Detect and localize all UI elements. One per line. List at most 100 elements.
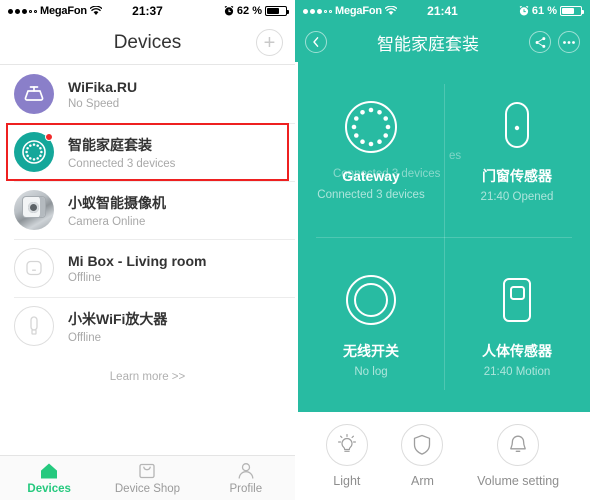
motion-sensor-icon (489, 272, 545, 328)
tab-profile[interactable]: Profile (197, 456, 295, 500)
clock-label: 21:37 (132, 4, 163, 18)
notification-badge-dot (45, 133, 53, 141)
devices-list-screen: MegaFon 21:37 62 % Devices + WiFika.RU N… (0, 0, 295, 500)
wifi-icon (89, 6, 102, 16)
carrier-label: MegaFon (335, 5, 382, 17)
device-name: 小米WiFi放大器 (68, 310, 168, 327)
action-arm[interactable]: Arm (401, 424, 444, 488)
quick-actions-bar: Light Arm Volume setting (295, 412, 590, 500)
tab-device-shop[interactable]: Device Shop (98, 456, 196, 500)
battery-icon (265, 6, 289, 16)
action-label: Volume setting (477, 474, 560, 488)
tile-gateway[interactable]: Gateway Connected 3 devices (298, 62, 444, 237)
more-ellipsis-icon (562, 40, 576, 45)
tile-name: 无线开关 (343, 342, 399, 359)
bell-icon (497, 424, 540, 466)
share-button[interactable] (529, 31, 551, 53)
list-item-text: WiFika.RU No Speed (68, 79, 137, 110)
list-item-mi-box[interactable]: Mi Box - Living room Offline (0, 239, 295, 297)
sub-device-grid-wrapper: Gateway Connected 3 devices 门窗传感器 21:40 … (295, 62, 590, 412)
home-icon (38, 462, 60, 480)
device-status: Connected 3 devices (68, 157, 176, 170)
battery-icon (560, 6, 584, 16)
status-bar-right-group: 62 % (182, 5, 289, 17)
tile-name: 人体传感器 (482, 342, 552, 359)
list-item-text: 小蚁智能摄像机 Camera Online (68, 193, 166, 228)
detail-actions (529, 31, 580, 53)
battery-percent-label: 61 % (531, 5, 557, 17)
share-icon (534, 36, 547, 49)
tile-name: Gateway (342, 167, 400, 184)
tile-motion-sensor[interactable]: 人体传感器 21:40 Motion (444, 237, 590, 412)
bottom-tab-bar: Devices Device Shop Profile (0, 455, 295, 500)
list-item-text: 小米WiFi放大器 Offline (68, 309, 167, 344)
device-status: No Speed (68, 97, 120, 110)
tile-status: 21:40 Motion (483, 365, 551, 378)
wifi-extender-icon (14, 306, 54, 346)
status-bar-left-group: MegaFon (8, 5, 113, 17)
ip-camera-icon (14, 190, 54, 230)
set-top-box-icon (14, 248, 54, 288)
wifi-icon (384, 6, 397, 16)
wireless-switch-icon (343, 272, 399, 328)
device-list: WiFika.RU No Speed 智能家庭套装 Connected 3 de… (0, 65, 295, 455)
tab-devices[interactable]: Devices (0, 456, 98, 500)
alarm-clock-icon (519, 6, 529, 16)
status-bar-left-group: MegaFon (303, 5, 408, 17)
device-name: Mi Box - Living room (68, 252, 207, 269)
device-name: 小蚁智能摄像机 (68, 194, 166, 211)
tile-status: No log (354, 365, 388, 378)
back-button[interactable] (305, 31, 327, 53)
action-label: Arm (411, 474, 434, 488)
tile-status: Connected 3 devices (317, 188, 425, 201)
tile-wireless-switch[interactable]: 无线开关 No log (298, 237, 444, 412)
list-item-wifi-extender[interactable]: 小米WiFi放大器 Offline (0, 297, 295, 355)
learn-more-link[interactable]: Learn more >> (0, 355, 295, 383)
carrier-label: MegaFon (40, 5, 87, 17)
clock-label: 21:41 (427, 4, 458, 18)
status-bar-right: MegaFon 21:41 61 % (295, 0, 590, 22)
status-bar-left: MegaFon 21:37 62 % (0, 0, 295, 22)
alarm-clock-icon (224, 6, 234, 16)
detail-page-title: 智能家庭套装 (377, 34, 479, 54)
page-title: Devices (113, 32, 182, 53)
tab-label: Device Shop (114, 482, 181, 495)
gateway-ring-icon (343, 99, 399, 155)
shopping-bag-icon (136, 462, 158, 480)
tile-name: 门窗传感器 (482, 167, 552, 184)
dual-screenshot: MegaFon 21:37 62 % Devices + WiFika.RU N… (0, 0, 590, 500)
lightbulb-icon (325, 424, 368, 466)
wifi-router-icon (14, 74, 54, 114)
signal-strength-icon (303, 8, 332, 14)
list-item-gateway[interactable]: 智能家庭套装 Connected 3 devices (0, 123, 295, 181)
gateway-detail-screen: MegaFon 21:41 61 % 智能家庭套装 Gateway Connec… (295, 0, 590, 500)
person-icon (235, 462, 257, 480)
list-item-wifika[interactable]: WiFika.RU No Speed (0, 65, 295, 123)
status-bar-right-group: 61 % (477, 5, 584, 17)
action-volume-setting[interactable]: Volume setting (477, 424, 559, 488)
device-name: WiFika.RU (68, 78, 138, 95)
navigation-bar: Devices + (0, 22, 295, 64)
gateway-icon (14, 132, 54, 172)
list-item-text: 智能家庭套装 Connected 3 devices (68, 135, 175, 170)
device-name: 智能家庭套装 (68, 136, 152, 153)
shield-icon (401, 424, 444, 466)
door-window-sensor-icon (489, 97, 545, 153)
tile-door-window-sensor[interactable]: 门窗传感器 21:40 Opened (444, 62, 590, 237)
tab-label: Devices (27, 482, 71, 495)
action-label: Light (333, 474, 361, 488)
device-status: Camera Online (68, 215, 146, 228)
device-status: Offline (68, 331, 102, 344)
tab-label: Profile (229, 482, 263, 495)
list-item-camera[interactable]: 小蚁智能摄像机 Camera Online (0, 181, 295, 239)
action-light[interactable]: Light (325, 424, 368, 488)
battery-percent-label: 62 % (236, 5, 262, 17)
list-item-text: Mi Box - Living room Offline (68, 253, 206, 284)
add-device-button[interactable]: + (256, 29, 283, 56)
tile-status: 21:40 Opened (480, 190, 554, 203)
plus-icon: + (263, 31, 276, 54)
detail-navigation-bar: 智能家庭套装 (295, 22, 590, 62)
more-options-button[interactable] (558, 31, 580, 53)
sub-device-grid: Gateway Connected 3 devices 门窗传感器 21:40 … (298, 62, 590, 412)
signal-strength-icon (8, 8, 37, 14)
